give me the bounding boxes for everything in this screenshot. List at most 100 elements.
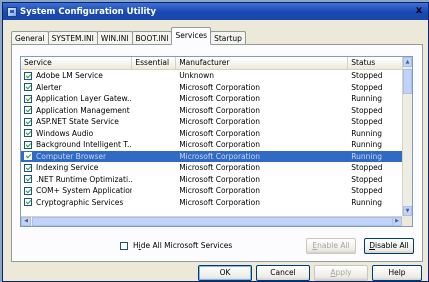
tab-boot-ini[interactable]: BOOT.INI (131, 31, 173, 45)
service-name-cell: Alerter (21, 82, 132, 93)
service-status: Running (351, 140, 382, 150)
service-status: Stopped (351, 71, 383, 81)
service-checkbox[interactable] (24, 140, 32, 149)
services-panel: Service Essential Manufacturer Status Ad… (11, 44, 423, 262)
service-name-cell: Computer Browser (21, 151, 132, 162)
horizontal-scrollbar[interactable]: ◀ ▶ (21, 216, 412, 226)
tab-general[interactable]: General (11, 31, 49, 45)
service-name-cell: Background Intelligent T... (21, 139, 132, 150)
enable-all-button[interactable]: Enable All (306, 238, 356, 254)
close-button[interactable]: x (412, 4, 426, 18)
service-manufacturer: Microsoft Corporation (179, 140, 261, 150)
service-name: Alerter (36, 82, 62, 92)
tab-startup[interactable]: Startup (210, 31, 246, 45)
service-name: Cryptographic Services (36, 197, 124, 207)
scroll-left-icon[interactable]: ◀ (21, 217, 31, 226)
service-row[interactable]: COM+ System Application Microsoft Corpora… (21, 185, 402, 197)
horizontal-scroll-thumb[interactable] (32, 217, 412, 226)
scroll-right-icon[interactable]: ▶ (392, 217, 402, 226)
service-name-cell: ASP.NET State Service (21, 116, 132, 127)
tab-strip: General SYSTEM.INI WIN.INI BOOT.INI Serv… (11, 27, 246, 45)
service-name-cell: Cryptographic Services (21, 197, 132, 208)
service-row[interactable]: Cryptographic Services Microsoft Corporat… (21, 197, 402, 209)
service-row[interactable]: Computer Browser Microsoft Corporation Run… (21, 150, 402, 162)
service-row[interactable]: ASP.NET State Service Microsoft Corporati… (21, 116, 402, 128)
scroll-up-icon[interactable]: ▲ (403, 57, 412, 67)
hide-microsoft-services[interactable]: Hide All Microsoft Services (120, 241, 232, 250)
system-configuration-window: System Configuration Utility x General S… (2, 2, 429, 282)
service-name-cell: Windows Audio (21, 128, 132, 139)
service-checkbox[interactable] (24, 117, 32, 126)
help-button[interactable]: Help (372, 265, 422, 281)
column-header-essential[interactable]: Essential (132, 57, 177, 69)
service-status: Stopped (351, 117, 383, 127)
service-manufacturer: Microsoft Corporation (179, 163, 261, 173)
tab-system-ini[interactable]: SYSTEM.INI (47, 31, 98, 45)
service-checkbox[interactable] (24, 94, 32, 103)
column-header-status[interactable]: Status (348, 57, 402, 69)
service-row[interactable]: Indexing Service Microsoft Corporation Sto… (21, 162, 402, 174)
services-list[interactable]: Service Essential Manufacturer Status Ad… (20, 56, 413, 227)
service-status: Stopped (351, 82, 383, 92)
service-status: Running (351, 197, 382, 207)
vertical-scrollbar[interactable]: ▲ ▼ (402, 57, 412, 216)
service-manufacturer: Microsoft Corporation (179, 197, 261, 207)
service-manufacturer: Microsoft Corporation (179, 105, 261, 115)
service-name-cell: .NET Runtime Optimizati... (21, 174, 132, 185)
service-row[interactable]: Alerter Microsoft Corporation Stopped (21, 82, 402, 94)
service-manufacturer: Microsoft Corporation (179, 82, 261, 92)
vertical-scroll-thumb[interactable] (403, 69, 412, 94)
cancel-button[interactable]: Cancel (256, 265, 310, 281)
service-name: ASP.NET State Service (36, 117, 119, 127)
service-name-cell: COM+ System Application (21, 185, 132, 196)
service-name-cell: Application Layer Gatew... (21, 93, 132, 104)
scroll-down-icon[interactable]: ▼ (403, 206, 412, 216)
service-manufacturer: Microsoft Corporation (179, 128, 261, 138)
service-name-cell: Application Management (21, 105, 132, 116)
service-status: Running (351, 151, 382, 161)
service-status: Stopped (351, 105, 383, 115)
list-header: Service Essential Manufacturer Status (21, 57, 402, 70)
tab-services[interactable]: Services (171, 27, 212, 45)
service-row[interactable]: Background Intelligent T... Microsoft Cor… (21, 139, 402, 151)
service-row[interactable]: Adobe LM Service Unknown Stopped (21, 70, 402, 82)
title-bar[interactable]: System Configuration Utility x (3, 3, 428, 20)
service-name-cell: Adobe LM Service (21, 70, 132, 81)
service-checkbox[interactable] (24, 106, 32, 115)
service-checkbox[interactable] (24, 175, 32, 184)
service-status: Stopped (351, 174, 383, 184)
hide-microsoft-services-checkbox[interactable] (120, 241, 128, 250)
scroll-corner (402, 216, 412, 226)
service-status: Stopped (351, 163, 383, 173)
column-header-service[interactable]: Service (21, 57, 133, 69)
service-status: Running (351, 128, 382, 138)
service-name: Computer Browser (36, 151, 107, 161)
service-checkbox[interactable] (24, 186, 32, 195)
service-manufacturer: Microsoft Corporation (179, 186, 261, 196)
service-name: Windows Audio (36, 128, 94, 138)
service-name-cell: Indexing Service (21, 162, 132, 173)
service-manufacturer: Microsoft Corporation (179, 151, 261, 161)
service-checkbox[interactable] (24, 198, 32, 207)
service-checkbox[interactable] (24, 71, 32, 80)
service-row[interactable]: Application Layer Gatew... Microsoft Corp… (21, 93, 402, 105)
ok-button[interactable]: OK (198, 265, 252, 281)
service-row[interactable]: .NET Runtime Optimizati... Microsoft Corp… (21, 174, 402, 186)
service-name: Background Intelligent T... (36, 140, 133, 150)
service-checkbox[interactable] (24, 152, 32, 161)
column-header-manufacturer[interactable]: Manufacturer (176, 57, 349, 69)
service-checkbox[interactable] (24, 129, 32, 138)
disable-all-button[interactable]: Disable All (364, 238, 414, 254)
app-icon (7, 6, 17, 17)
service-row[interactable]: Windows Audio Microsoft Corporation Runnin… (21, 128, 402, 140)
service-checkbox[interactable] (24, 163, 32, 172)
service-row[interactable]: Application Management Microsoft Corporat… (21, 105, 402, 117)
hide-microsoft-services-label: Hide All Microsoft Services (133, 241, 233, 250)
service-manufacturer: Microsoft Corporation (179, 174, 261, 184)
apply-button[interactable]: Apply (314, 265, 368, 281)
tab-win-ini[interactable]: WIN.INI (96, 31, 133, 45)
service-name: Indexing Service (36, 163, 99, 173)
service-checkbox[interactable] (24, 83, 32, 92)
service-name: .NET Runtime Optimizati... (36, 174, 133, 184)
service-status: Stopped (351, 186, 383, 196)
